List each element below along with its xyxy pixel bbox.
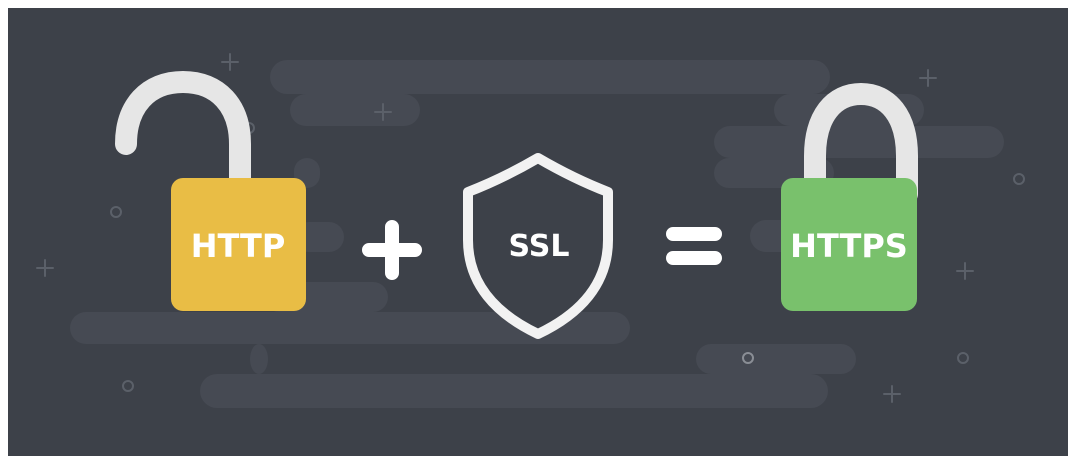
- http-label: HTTP: [191, 227, 286, 265]
- open-padlock-icon: HTTP: [115, 70, 306, 311]
- equals-icon: [666, 227, 722, 265]
- ssl-label: SSL: [509, 229, 570, 264]
- illustration-canvas: HTTP SSL HTTPS: [36, 53, 1025, 408]
- https-label: HTTPS: [790, 227, 908, 265]
- plus-icon: [362, 220, 422, 280]
- shield-icon: SSL: [463, 153, 613, 339]
- ssl-illustration: HTTP SSL HTTPS: [8, 8, 1068, 456]
